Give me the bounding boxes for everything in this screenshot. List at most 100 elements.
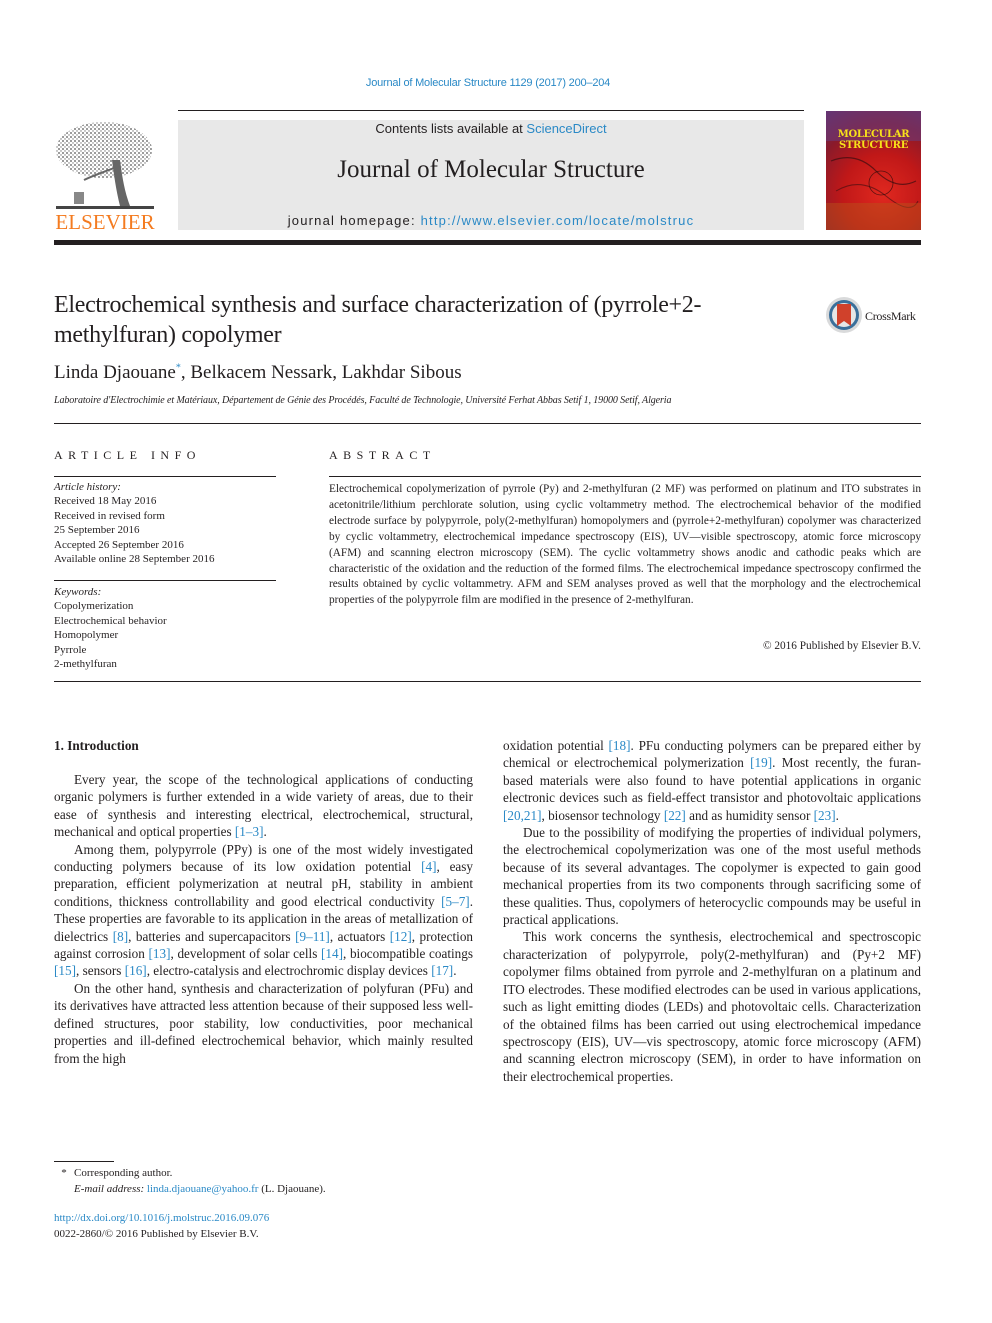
citation-link[interactable]: [16] (125, 963, 147, 978)
journal-homepage-line: journal homepage: http://www.elsevier.co… (178, 213, 804, 228)
homepage-prefix: journal homepage: (287, 213, 421, 228)
paragraph-text: , biocompatible coatings (342, 946, 473, 962)
paragraph-text: , electro-catalysis and electrochromic d… (146, 963, 432, 979)
citation-link[interactable]: [1–3] (235, 824, 264, 839)
abstract-rule (329, 476, 921, 477)
body-paragraph: Every year, the scope of the technologic… (54, 771, 473, 841)
crossmark-label: CrossMark (865, 309, 916, 323)
history-label: Article history: (54, 481, 121, 493)
citation-link[interactable]: [19] (750, 755, 772, 770)
paragraph-text: , actuators (329, 928, 390, 944)
email-link[interactable]: linda.djaouane@yahoo.fr (147, 1183, 259, 1195)
cover-title-line: STRUCTURE (838, 140, 909, 151)
footnote-text: Corresponding author. (74, 1167, 173, 1179)
sciencedirect-link[interactable]: ScienceDirect (526, 121, 606, 136)
author-separator: , (332, 362, 342, 383)
author-separator: , (180, 362, 191, 383)
abstract-copyright: © 2016 Published by Elsevier B.V. (762, 640, 921, 652)
header-rule (178, 110, 804, 111)
elsevier-wordmark: ELSEVIER (55, 210, 155, 234)
keyword-item: Copolymerization (54, 600, 134, 613)
abstract-bottom-rule (54, 681, 921, 682)
paragraph-text: This work concerns the synthesis, electr… (503, 929, 921, 1084)
cover-title-line: MOLECULAR (837, 129, 910, 140)
history-item: 25 September 2016 (54, 524, 140, 537)
paragraph-text: , sensors (75, 963, 125, 979)
crossmark-button[interactable]: CrossMark (825, 296, 925, 336)
citation-link[interactable]: [8] (113, 929, 128, 944)
paragraph-text: oxidation potential (503, 738, 609, 753)
contents-available-line: Contents lists available at ScienceDirec… (178, 121, 804, 136)
paragraph-text: . (453, 963, 457, 979)
title-divider (54, 423, 921, 424)
body-paragraph: Due to the possibility of modifying the … (503, 824, 921, 928)
elsevier-tree-icon (56, 122, 154, 209)
keyword-item: Electrochemical behavior (54, 614, 167, 627)
citation-link[interactable]: [17] (431, 963, 453, 978)
issn-copyright: 0022-2860/© 2016 Published by Elsevier B… (54, 1227, 259, 1240)
paragraph-text: . (835, 807, 839, 823)
journal-name: Journal of Molecular Structure (337, 156, 645, 183)
article-history: Article history: Received 18 May 2016 Re… (54, 480, 276, 566)
email-label: E-mail address: (74, 1182, 145, 1195)
citation-link[interactable]: [22] (664, 808, 686, 823)
author-name[interactable]: Lakhdar Sibous (342, 362, 462, 383)
citation-link[interactable]: [15] (54, 963, 76, 978)
history-item: Accepted 26 September 2016 (54, 538, 184, 551)
footnote-mark: * (61, 1167, 67, 1179)
body-left-column: Every year, the scope of the technologic… (54, 771, 473, 1067)
doi-block: http://dx.doi.org/10.1016/j.molstruc.201… (54, 1211, 269, 1242)
body-paragraph: oxidation potential [18]. PFu conducting… (503, 737, 921, 824)
citation-link[interactable]: [13] (149, 946, 171, 961)
citation-link[interactable]: [4] (421, 859, 436, 874)
body-paragraph: This work concerns the synthesis, electr… (503, 928, 921, 1085)
citation-link[interactable]: [18] (609, 738, 631, 753)
citation-link[interactable]: [12] (390, 929, 412, 944)
homepage-link[interactable]: http://www.elsevier.com/locate/molstruc (421, 213, 695, 228)
article-info-rule (54, 476, 276, 477)
body-right-column: oxidation potential [18]. PFu conducting… (503, 737, 921, 1085)
keywords-block: Keywords: Copolymerization Electrochemic… (54, 585, 276, 671)
paragraph-text: and as humidity sensor (685, 807, 814, 823)
keyword-item: 2-methylfuran (54, 658, 117, 671)
abstract-heading: ABSTRACT (329, 448, 436, 462)
journal-banner: Contents lists available at ScienceDirec… (178, 120, 804, 230)
history-item: Received in revised form (54, 509, 165, 522)
paragraph-text: , biosensor technology (541, 807, 664, 823)
header-thick-rule (54, 240, 921, 245)
citation-link[interactable]: [20,21] (503, 808, 541, 823)
contents-prefix: Contents lists available at (375, 121, 527, 136)
corresponding-author-note: * Corresponding author. (54, 1166, 326, 1182)
keyword-item: Homopolymer (54, 629, 119, 642)
citation-link[interactable]: [5–7] (441, 894, 470, 909)
author-name[interactable]: Linda Djaouane (54, 362, 176, 383)
paragraph-text: , development of solar cells (170, 946, 321, 962)
crossmark-icon (826, 297, 862, 333)
keywords-rule (54, 580, 276, 581)
citation-link[interactable]: [23] (814, 808, 836, 823)
doi-link[interactable]: http://dx.doi.org/10.1016/j.molstruc.201… (54, 1211, 269, 1227)
history-item: Available online 28 September 2016 (54, 553, 215, 566)
abstract-text: Electrochemical copolymerization of pyrr… (329, 483, 921, 607)
paragraph-text: Among them, polypyrrole (PPy) is one of … (54, 841, 473, 875)
paragraph-text: . (263, 824, 267, 840)
citation-link[interactable]: [14] (321, 946, 343, 961)
email-note: E-mail address: linda.djaouane@yahoo.fr … (54, 1182, 326, 1198)
footnotes: * Corresponding author. E-mail address: l… (54, 1166, 326, 1198)
journal-cover-image[interactable]: MOLECULAR STRUCTURE (826, 111, 921, 230)
citation-link[interactable]: [9–11] (295, 929, 330, 944)
article-info-heading: ARTICLE INFO (54, 448, 201, 462)
article-title: Electrochemical synthesis and surface ch… (54, 292, 702, 348)
body-paragraph: Among them, polypyrrole (PPy) is one of … (54, 841, 473, 980)
journal-citation-link[interactable]: Journal of Molecular Structure 1129 (201… (0, 77, 976, 89)
cover-title: MOLECULAR STRUCTURE (826, 129, 921, 151)
paragraph-text: , batteries and supercapacitors (128, 928, 296, 944)
email-suffix: (L. Djaouane). (258, 1182, 326, 1195)
section-heading-introduction: 1. Introduction (54, 738, 139, 753)
author-name[interactable]: Belkacem Nessark (190, 362, 332, 383)
keywords-label: Keywords: (54, 586, 102, 598)
author-list: Linda Djaouane*, Belkacem Nessark, Lakhd… (54, 362, 462, 384)
affiliation: Laboratoire d'Electrochimie et Matériaux… (54, 395, 672, 406)
elsevier-logo[interactable]: ELSEVIER (54, 120, 156, 234)
history-item: Received 18 May 2016 (54, 495, 157, 508)
